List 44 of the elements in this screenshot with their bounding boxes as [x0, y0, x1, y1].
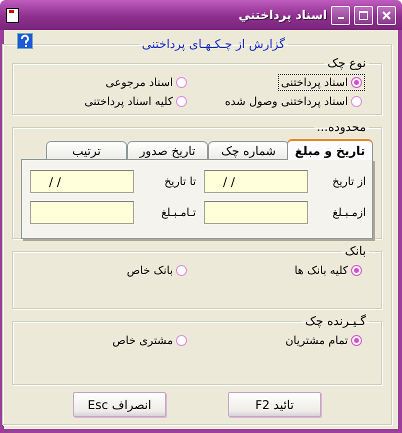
radio-icon[interactable]: [176, 77, 187, 88]
input-field[interactable]: / /: [30, 170, 134, 193]
field-label: تا تاریخ: [163, 175, 196, 188]
radio-button[interactable]: کلیه بانک ها: [291, 262, 365, 279]
dialog-button[interactable]: انصراف Esc: [73, 392, 166, 417]
radio-button[interactable]: تمام مشتریان: [282, 332, 365, 349]
document-icon: [6, 8, 19, 22]
help-icon[interactable]: [17, 33, 33, 49]
field-label: ازمـبـلغ: [331, 206, 366, 219]
group-title: محدوده...: [316, 121, 367, 134]
input-field[interactable]: / /: [204, 170, 308, 193]
radio-icon[interactable]: [176, 335, 187, 346]
dialog-button[interactable]: تائید F2: [228, 392, 321, 417]
input-field[interactable]: [204, 201, 308, 224]
radio-button[interactable]: مشتری خاص: [109, 332, 190, 349]
group-title: گزارش از چـکـهـای پرداختنی: [140, 38, 286, 51]
radio-icon[interactable]: [351, 335, 362, 346]
tab[interactable]: تاریخ صدور: [127, 141, 208, 159]
maximize-button[interactable]: [354, 6, 373, 24]
minimize-icon: [338, 17, 344, 19]
tab[interactable]: تاریخ و مبلغ: [287, 139, 373, 160]
radio-button[interactable]: کلیه اسناد پرداختنی: [81, 93, 190, 110]
close-button[interactable]: [377, 6, 396, 24]
radio-button[interactable]: اسناد پرداختنی وصول شده: [222, 93, 365, 110]
tab[interactable]: شماره چک: [208, 141, 289, 159]
tab[interactable]: ترتیب: [46, 141, 127, 159]
input-field[interactable]: [30, 201, 134, 224]
radio-button[interactable]: اسناد پرداختنی: [278, 74, 365, 91]
close-icon: [382, 10, 391, 20]
field-label: از تاریخ: [331, 175, 366, 188]
window-title: اسناد پرداختني: [238, 8, 327, 22]
field-label: تـامـبـلغ: [160, 206, 196, 219]
radio-icon[interactable]: [351, 96, 362, 107]
radio-icon[interactable]: [351, 265, 362, 276]
radio-icon[interactable]: [176, 265, 187, 276]
maximize-icon: [359, 10, 368, 20]
group-title: بانک: [344, 245, 367, 258]
group-title: نوع چک: [326, 57, 367, 70]
radio-button[interactable]: اسناد مرجوعی: [102, 74, 190, 91]
radio-button[interactable]: بانک خاص: [124, 262, 190, 279]
radio-icon[interactable]: [351, 77, 362, 88]
group-title: گـیـرنده چک: [304, 315, 367, 328]
minimize-button[interactable]: [331, 6, 350, 24]
radio-icon[interactable]: [176, 96, 187, 107]
